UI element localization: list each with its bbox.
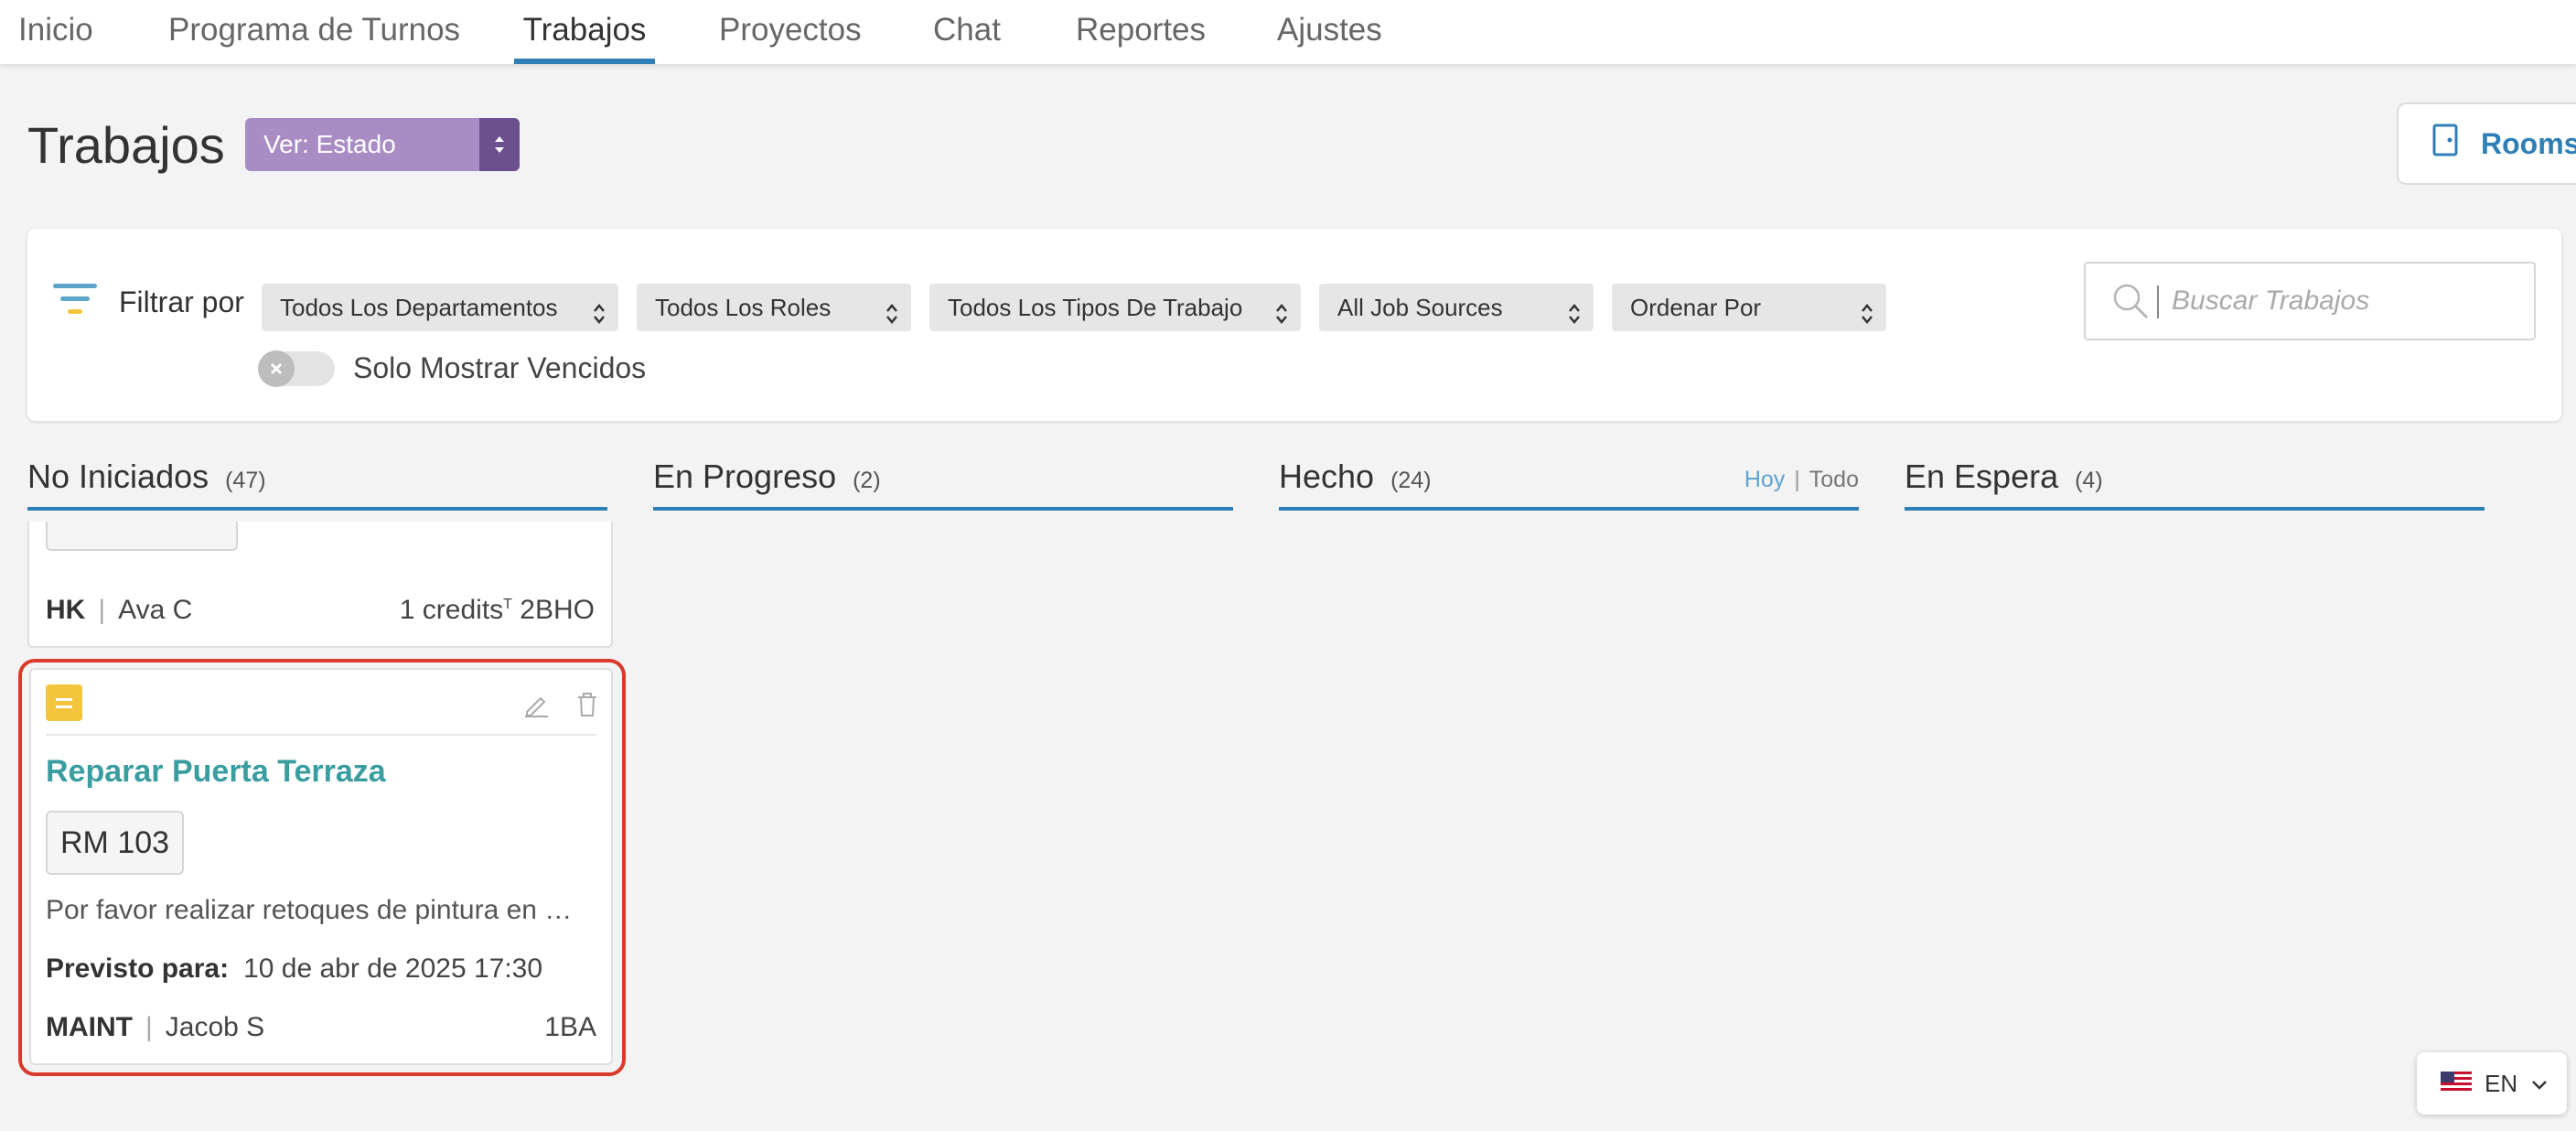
rooms-button[interactable]: Rooms bbox=[2397, 102, 2576, 185]
dropdown-value: Todos Los Roles bbox=[655, 294, 832, 321]
toggle-off-x-icon bbox=[258, 350, 295, 387]
column-count: (4) bbox=[2075, 468, 2103, 493]
job-type-filter-dropdown[interactable]: Todos Los Tipos De Trabajo bbox=[929, 284, 1301, 331]
link-separator: | bbox=[1794, 467, 1800, 492]
tab-trabajos[interactable]: Trabajos bbox=[514, 9, 655, 64]
updown-caret-icon bbox=[1861, 295, 1873, 342]
job-card-partial[interactable]: HK | Ava C 1 creditsT 2BHO bbox=[27, 522, 613, 648]
department-code: MAINT bbox=[46, 1012, 133, 1042]
department-filter-dropdown[interactable]: Todos Los Departamentos bbox=[262, 284, 618, 331]
dropdown-value: Todos Los Tipos De Trabajo bbox=[948, 294, 1243, 321]
tab-label: Inicio bbox=[18, 12, 93, 48]
tab-ajustes[interactable]: Ajustes bbox=[1277, 9, 1382, 64]
job-description: Por favor realizar retoques de pintura e… bbox=[46, 895, 573, 925]
search-icon bbox=[2111, 282, 2150, 325]
column-count: (2) bbox=[853, 468, 881, 493]
all-link[interactable]: Todo bbox=[1809, 467, 1859, 492]
search-input[interactable] bbox=[2172, 278, 2519, 324]
tab-label: Proyectos bbox=[719, 12, 862, 48]
filter-panel: Filtrar por Todos Los Departamentos Todo… bbox=[27, 229, 2561, 421]
due-date: Previsto para: 10 de abr de 2025 17:30 bbox=[46, 953, 542, 985]
done-range-links: Hoy | Todo bbox=[1744, 467, 1859, 493]
dropdown-value: All Job Sources bbox=[1337, 294, 1503, 321]
card-footer: HK | Ava C 1 creditsT 2BHO bbox=[46, 595, 595, 626]
language-code: EN bbox=[2485, 1069, 2518, 1097]
overdue-toggle-label: Solo Mostrar Vencidos bbox=[353, 351, 647, 384]
dropdown-value: Todos Los Departamentos bbox=[280, 294, 558, 321]
view-select[interactable]: Ver: Estado bbox=[245, 118, 520, 171]
column-count: (24) bbox=[1390, 468, 1432, 493]
assignee-name: Jacob S bbox=[165, 1012, 265, 1042]
credits-text: 1 credits bbox=[399, 595, 504, 625]
tab-chat[interactable]: Chat bbox=[933, 9, 1001, 64]
trash-icon[interactable] bbox=[576, 692, 598, 722]
card-footer: MAINT | Jacob S 1BA bbox=[46, 1012, 596, 1043]
tab-label: Reportes bbox=[1076, 12, 1207, 48]
select-caret-icon bbox=[479, 118, 520, 171]
tab-label: Trabajos bbox=[522, 12, 647, 48]
job-card[interactable]: Reparar Puerta Terraza RM 103 Por favor … bbox=[29, 668, 613, 1065]
card-actions bbox=[523, 692, 598, 722]
card-divider bbox=[46, 734, 596, 736]
column-title: En Espera bbox=[1905, 458, 2059, 495]
column-header-in-progress: En Progreso (2) bbox=[653, 458, 1233, 511]
room-badge: RM 103 bbox=[46, 811, 185, 875]
column-header-done: Hecho (24) Hoy | Todo bbox=[1279, 458, 1859, 511]
assignee-name: Ava C bbox=[118, 595, 193, 625]
job-title-link[interactable]: Reparar Puerta Terraza bbox=[46, 754, 386, 790]
unit-type: 2BHO bbox=[520, 595, 595, 625]
room-badge bbox=[46, 522, 238, 551]
tab-label: Programa de Turnos bbox=[168, 12, 461, 48]
column-header-on-hold: En Espera (4) bbox=[1905, 458, 2485, 511]
us-flag-icon bbox=[2441, 1070, 2472, 1098]
role-filter-dropdown[interactable]: Todos Los Roles bbox=[637, 284, 911, 331]
footer-separator: | bbox=[145, 1012, 153, 1042]
tab-label: Chat bbox=[933, 12, 1001, 48]
priority-medium-icon bbox=[46, 684, 82, 721]
tab-proyectos[interactable]: Proyectos bbox=[719, 9, 862, 64]
column-title: Hecho bbox=[1279, 458, 1375, 495]
column-count: (47) bbox=[225, 468, 266, 493]
unit-type: 1BA bbox=[544, 1012, 596, 1042]
department-code: HK bbox=[46, 595, 86, 625]
tab-programa-de-turnos[interactable]: Programa de Turnos bbox=[168, 9, 460, 64]
updown-caret-icon bbox=[593, 295, 606, 342]
active-tab-indicator bbox=[514, 59, 655, 64]
overdue-only-toggle[interactable] bbox=[258, 350, 335, 387]
column-header-not-started: No Iniciados (47) bbox=[27, 458, 607, 511]
edit-icon[interactable] bbox=[523, 692, 549, 722]
chevron-down-icon bbox=[2530, 1070, 2549, 1098]
rooms-button-label: Rooms bbox=[2481, 126, 2576, 160]
sort-by-dropdown[interactable]: Ordenar Por bbox=[1612, 284, 1886, 331]
door-icon bbox=[2431, 124, 2459, 164]
column-title: No Iniciados bbox=[27, 458, 209, 495]
credits-unit-info: 1 creditsT 2BHO bbox=[400, 595, 595, 626]
footer-separator: | bbox=[98, 595, 106, 625]
filter-label: Filtrar por bbox=[119, 285, 244, 318]
page-title: Trabajos bbox=[27, 116, 225, 174]
search-divider bbox=[2157, 285, 2159, 318]
updown-caret-icon bbox=[1568, 295, 1581, 342]
column-title: En Progreso bbox=[653, 458, 837, 495]
updown-caret-icon bbox=[1275, 295, 1288, 342]
due-label: Previsto para: bbox=[46, 953, 230, 984]
dropdown-value: Ordenar Por bbox=[1630, 294, 1762, 321]
job-source-filter-dropdown[interactable]: All Job Sources bbox=[1319, 284, 1594, 331]
top-navigation: Inicio Programa de Turnos Trabajos Proye… bbox=[0, 0, 2576, 64]
credits-superscript: T bbox=[503, 597, 512, 612]
updown-caret-icon bbox=[886, 295, 898, 342]
filter-icon bbox=[53, 282, 97, 329]
tab-reportes[interactable]: Reportes bbox=[1076, 9, 1206, 64]
view-select-value: Ver: Estado bbox=[263, 130, 396, 158]
tab-label: Ajustes bbox=[1277, 12, 1382, 48]
language-selector[interactable]: EN bbox=[2417, 1052, 2567, 1115]
due-value: 10 de abr de 2025 17:30 bbox=[243, 953, 543, 984]
job-search-box bbox=[2084, 262, 2536, 340]
tab-inicio[interactable]: Inicio bbox=[18, 9, 93, 64]
today-link[interactable]: Hoy bbox=[1744, 467, 1785, 492]
